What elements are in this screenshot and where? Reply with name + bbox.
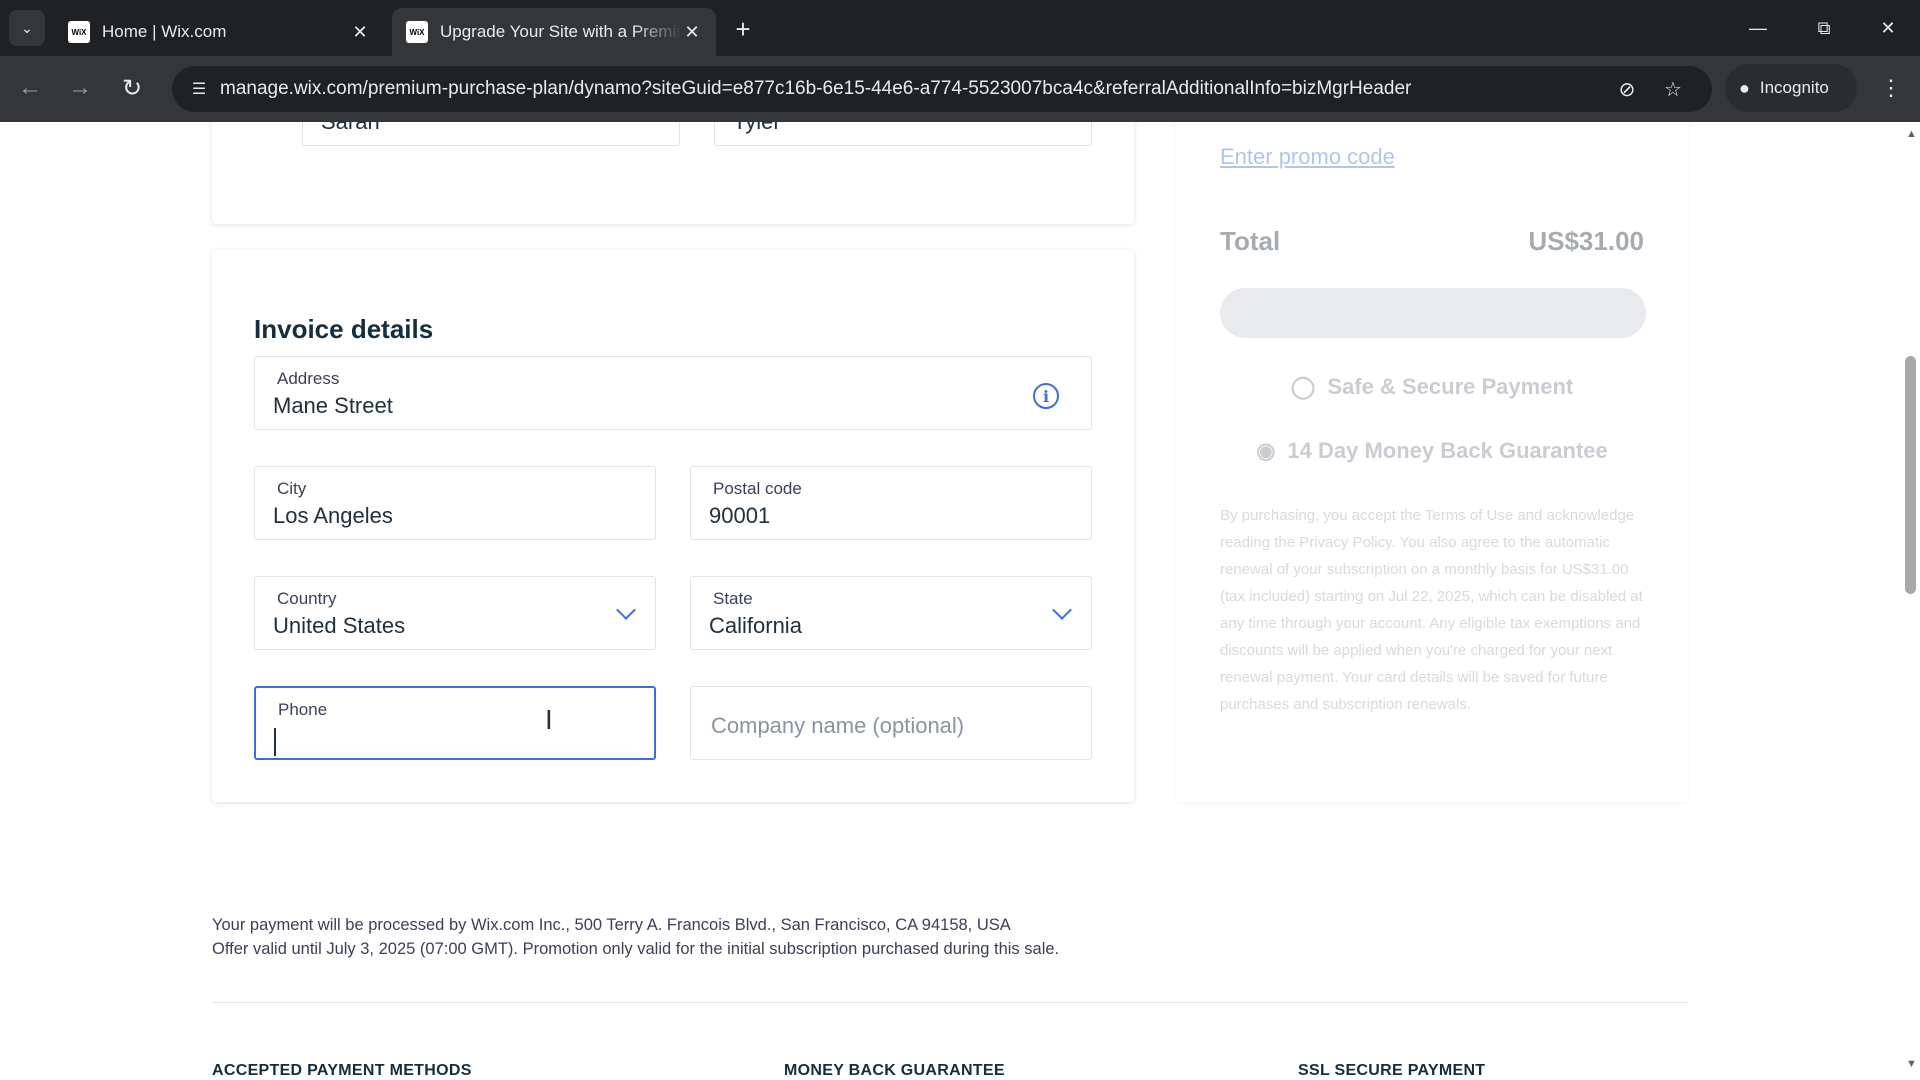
money-back-note: ◉ 14 Day Money Back Guarantee — [1176, 438, 1688, 464]
last-name-value: Tyler — [733, 122, 781, 135]
first-name-field[interactable]: Sarah — [302, 122, 680, 146]
plus-icon[interactable]: + — [728, 14, 758, 44]
name-card: Sarah Tyler — [212, 122, 1134, 224]
submit-purchase-button[interactable] — [1220, 288, 1646, 338]
tab-home-wix[interactable]: WiX Home | Wix.com ✕ — [54, 8, 384, 56]
chevron-down-icon — [1052, 600, 1072, 620]
incognito-indicator[interactable]: ● Incognito — [1725, 64, 1857, 112]
invoice-details-title: Invoice details — [254, 314, 434, 344]
reload-icon[interactable]: ↻ — [114, 70, 150, 106]
browser-tab-bar: ⌄ WiX Home | Wix.com ✕ WiX Upgrade Your … — [0, 0, 1920, 56]
star-icon[interactable]: ☆ — [1658, 74, 1688, 104]
payment-processor-text: Your payment will be processed by Wix.co… — [212, 916, 1011, 934]
info-icon[interactable]: i — [1033, 383, 1059, 409]
window-close-icon[interactable]: ✕ — [1868, 8, 1908, 48]
ssl-secure-heading: SSL SECURE PAYMENT — [1298, 1062, 1486, 1079]
phone-field[interactable]: Phone — [254, 686, 656, 760]
postal-code-field[interactable]: Postal code 90001 — [690, 466, 1092, 540]
secure-payment-note: ◯ Safe & Secure Payment — [1176, 374, 1688, 400]
shield-icon: ◯ — [1290, 374, 1316, 399]
close-icon[interactable]: ✕ — [682, 22, 702, 42]
chevron-down-icon[interactable]: ⌄ — [9, 10, 45, 46]
first-name-value: Sarah — [321, 122, 380, 135]
wix-favicon-icon: WiX — [406, 21, 428, 43]
last-name-field[interactable]: Tyler — [714, 122, 1092, 146]
eye-off-icon[interactable]: ⊘ — [1612, 74, 1642, 104]
city-value: Los Angeles — [273, 503, 393, 528]
invoice-details-card: Invoice details Address Mane Street i Ci… — [212, 250, 1134, 802]
city-label: City — [277, 479, 307, 498]
offer-validity-text: Offer valid until July 3, 2025 (07:00 GM… — [212, 940, 1060, 958]
minimize-icon[interactable]: — — [1738, 8, 1778, 48]
country-value: United States — [273, 613, 406, 638]
text-caret — [274, 728, 276, 756]
state-label: State — [713, 589, 753, 608]
tab-title: Home | Wix.com — [102, 22, 227, 41]
country-label: Country — [277, 589, 337, 608]
incognito-label: Incognito — [1759, 78, 1829, 97]
scroll-down-icon[interactable]: ▼ — [1906, 1058, 1917, 1070]
city-field[interactable]: City Los Angeles — [254, 466, 656, 540]
total-value: US$31.00 — [1528, 226, 1644, 256]
address-label: Address — [277, 369, 340, 388]
address-field[interactable]: Address Mane Street i — [254, 356, 1092, 430]
chevron-down-icon — [616, 600, 636, 620]
phone-label: Phone — [278, 700, 328, 719]
address-value: Mane Street — [273, 393, 393, 418]
scrollbar-thumb[interactable] — [1905, 356, 1916, 594]
incognito-icon: ● — [1739, 77, 1750, 98]
restore-icon[interactable]: ⧉ — [1804, 8, 1844, 48]
page-scrollbar[interactable]: ▲ ▼ — [1902, 122, 1920, 1080]
text-cursor-icon: I — [545, 706, 553, 736]
browser-toolbar: ← → ↻ ☰ manage.wix.com/premium-purchase-… — [0, 56, 1920, 122]
country-select[interactable]: Country United States — [254, 576, 656, 650]
money-back-text: 14 Day Money Back Guarantee — [1287, 438, 1608, 463]
footer-divider — [212, 1002, 1688, 1003]
total-label: Total — [1220, 226, 1281, 256]
scroll-up-icon[interactable]: ▲ — [1906, 128, 1917, 140]
back-arrow-icon[interactable]: ← — [12, 70, 48, 106]
postal-code-label: Postal code — [713, 479, 802, 498]
state-value: California — [709, 613, 802, 638]
tab-title: Upgrade Your Site with a Premium Plan — [440, 22, 682, 41]
promo-code-link[interactable]: Enter promo code — [1220, 144, 1395, 170]
tune-icon[interactable]: ☰ — [184, 74, 214, 104]
company-name-field[interactable]: Company name (optional) — [690, 686, 1092, 760]
badge-icon: ◉ — [1256, 438, 1276, 463]
accepted-payment-heading: ACCEPTED PAYMENT METHODS — [212, 1062, 472, 1079]
money-back-heading: MONEY BACK GUARANTEE — [784, 1062, 1005, 1079]
tab-upgrade-site[interactable]: WiX Upgrade Your Site with a Premium Pla… — [392, 8, 716, 56]
state-select[interactable]: State California — [690, 576, 1092, 650]
company-name-placeholder: Company name (optional) — [711, 713, 965, 738]
wix-favicon-icon: WiX — [68, 21, 90, 43]
page-content: Sarah Tyler Invoice details Address Mane… — [0, 122, 1920, 1080]
order-summary-card: Enter promo code Total US$31.00 ◯ Safe & … — [1176, 122, 1688, 802]
forward-arrow-icon[interactable]: → — [62, 70, 98, 106]
kebab-menu-icon[interactable]: ⋮ — [1874, 70, 1908, 106]
postal-code-value: 90001 — [709, 503, 771, 528]
address-bar[interactable]: ☰ manage.wix.com/premium-purchase-plan/d… — [172, 66, 1712, 112]
legal-text: By purchasing, you accept the Terms of U… — [1220, 507, 1643, 713]
url-text[interactable]: manage.wix.com/premium-purchase-plan/dyn… — [220, 78, 1411, 100]
close-icon[interactable]: ✕ — [350, 22, 370, 42]
secure-payment-text: Safe & Secure Payment — [1327, 374, 1574, 399]
